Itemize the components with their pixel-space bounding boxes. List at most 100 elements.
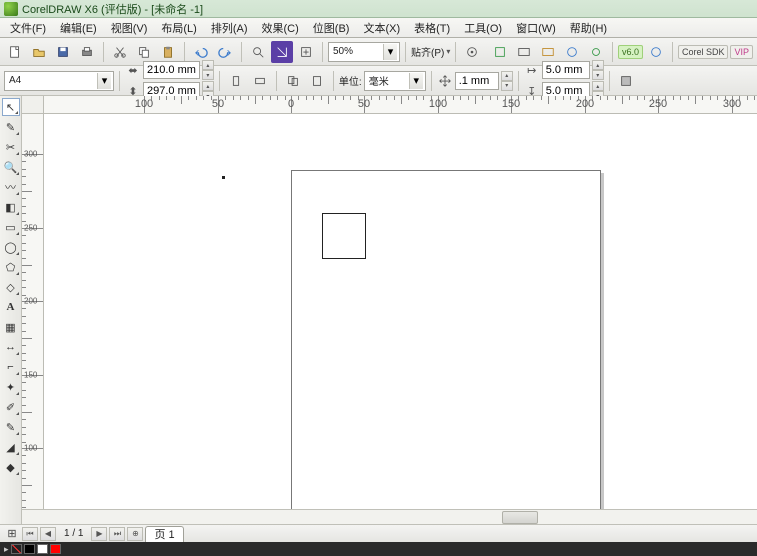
vip-badge[interactable]: VIP <box>730 45 753 59</box>
zoom-combo[interactable]: 50% ▾ <box>328 42 400 62</box>
menu-view[interactable]: 视图(V) <box>105 18 154 38</box>
portrait-button[interactable] <box>225 70 247 92</box>
prev-page-button[interactable]: ◀ <box>40 527 56 541</box>
save-button[interactable] <box>52 41 74 63</box>
interactive-tool[interactable]: ✦ <box>2 378 20 396</box>
add-page-after-button[interactable]: ⊕ <box>127 527 143 541</box>
cursor-icon: ▸ <box>4 544 9 555</box>
page-tab[interactable]: 页 1 <box>145 526 183 542</box>
scrollbar-thumb[interactable] <box>502 511 538 524</box>
version-badge: v6.0 <box>618 45 643 59</box>
text-tool[interactable]: A <box>2 298 20 316</box>
width-spinner[interactable]: ▴▾ <box>202 60 214 80</box>
duplicate-x-field[interactable]: 5.0 mm <box>542 61 590 79</box>
chevron-down-icon: ▾ <box>446 47 450 56</box>
search-button[interactable] <box>247 41 269 63</box>
shape-tool[interactable]: ✎ <box>2 118 20 136</box>
next-page-button[interactable]: ▶ <box>91 527 107 541</box>
separator <box>518 71 519 91</box>
chevron-down-icon[interactable]: ▾ <box>383 44 397 60</box>
new-button[interactable] <box>4 41 26 63</box>
color-swatch-red[interactable] <box>50 544 61 554</box>
launch-button[interactable] <box>489 41 511 63</box>
ellipse-tool[interactable]: ◯ <box>2 238 20 256</box>
toolbox: ↖ ✎ ✂ 🔍 〰 ◧ ▭ ◯ ⬠ ◇ A ▦ ↔ ⌐ ✦ ✐ ✎ ◢ ◆ <box>0 96 22 524</box>
options-button[interactable] <box>461 41 483 63</box>
vertical-ruler[interactable]: 300250200150100 <box>22 114 44 509</box>
menu-bitmap[interactable]: 位图(B) <box>307 18 356 38</box>
property-bar: A4 ▾ ⬌ 210.0 mm ▴▾ ⬍ 297.0 mm ▴▾ 单位: 毫米 … <box>0 66 757 96</box>
horizontal-scrollbar[interactable] <box>22 509 757 524</box>
publish-button[interactable] <box>645 41 667 63</box>
separator <box>241 42 242 62</box>
separator <box>103 42 104 62</box>
import-button[interactable] <box>271 41 293 63</box>
page-width-value: 210.0 mm <box>147 64 196 76</box>
chevron-down-icon[interactable]: ▾ <box>409 73 423 89</box>
connector-tool[interactable]: ⌐ <box>2 358 20 376</box>
menu-arrange[interactable]: 排列(A) <box>205 18 254 38</box>
dup-x-spinner[interactable]: ▴▾ <box>592 60 604 80</box>
sdk-badge[interactable]: Corel SDK <box>678 45 729 59</box>
ruler-origin[interactable] <box>22 96 44 114</box>
nudge-icon <box>437 73 453 89</box>
fill-tool[interactable]: ◢ <box>2 438 20 456</box>
separator <box>609 71 610 91</box>
basic-shapes-tool[interactable]: ◇ <box>2 278 20 296</box>
menu-text[interactable]: 文本(X) <box>357 18 406 38</box>
open-button[interactable] <box>28 41 50 63</box>
menu-edit[interactable]: 编辑(E) <box>54 18 103 38</box>
snap-dropdown[interactable]: 贴齐(P) ▾ <box>411 44 450 59</box>
freehand-tool[interactable]: 〰 <box>2 178 20 196</box>
nudge-field[interactable]: .1 mm <box>455 72 499 90</box>
redo-button[interactable] <box>214 41 236 63</box>
treat-as-filled-button[interactable] <box>615 70 637 92</box>
first-page-button[interactable]: ⏮ <box>22 527 38 541</box>
pick-tool[interactable]: ↖ <box>2 98 20 116</box>
crop-tool[interactable]: ✂ <box>2 138 20 156</box>
unit-value: 毫米 <box>369 73 389 88</box>
separator <box>276 71 277 91</box>
paper-size-combo[interactable]: A4 ▾ <box>4 71 114 91</box>
no-fill-swatch[interactable] <box>11 544 22 554</box>
menu-effects[interactable]: 效果(C) <box>256 18 305 38</box>
print-button[interactable] <box>76 41 98 63</box>
rectangle-tool[interactable]: ▭ <box>2 218 20 236</box>
zoom-tool[interactable]: 🔍 <box>2 158 20 176</box>
horizontal-ruler[interactable]: 10050050100150200250300 <box>44 96 757 114</box>
separator <box>405 42 406 62</box>
menu-help[interactable]: 帮助(H) <box>564 18 613 38</box>
smart-fill-tool[interactable]: ◧ <box>2 198 20 216</box>
menu-table[interactable]: 表格(T) <box>408 18 456 38</box>
chevron-down-icon[interactable]: ▾ <box>97 73 111 89</box>
unit-combo[interactable]: 毫米 ▾ <box>364 71 426 91</box>
current-page-button[interactable] <box>306 70 328 92</box>
eyedropper-tool[interactable]: ✐ <box>2 398 20 416</box>
separator <box>322 42 323 62</box>
menu-layout[interactable]: 布局(L) <box>155 18 202 38</box>
dimension-tool[interactable]: ↔ <box>2 338 20 356</box>
window-title: CorelDRAW X6 (评估版) - [未命名 -1] <box>22 1 203 17</box>
polygon-tool[interactable]: ⬠ <box>2 258 20 276</box>
rectangle-object[interactable] <box>322 213 366 259</box>
interactive-fill-tool[interactable]: ◆ <box>2 458 20 476</box>
export-button[interactable] <box>295 41 317 63</box>
page-navigator: ⊞ ⏮ ◀ 1 / 1 ▶ ⏭ ⊕ 页 1 <box>0 524 757 542</box>
drawing-canvas[interactable] <box>44 114 757 509</box>
dup-x-value: 5.0 mm <box>546 64 583 76</box>
color-swatch-white[interactable] <box>37 544 48 554</box>
menu-bar: 文件(F) 编辑(E) 视图(V) 布局(L) 排列(A) 效果(C) 位图(B… <box>0 18 757 38</box>
nudge-spinner[interactable]: ▴▾ <box>501 71 513 91</box>
last-page-button[interactable]: ⏭ <box>109 527 125 541</box>
table-tool[interactable]: ▦ <box>2 318 20 336</box>
menu-window[interactable]: 窗口(W) <box>510 18 562 38</box>
outline-tool[interactable]: ✎ <box>2 418 20 436</box>
add-page-button[interactable]: ⊞ <box>4 527 20 541</box>
page-width-field[interactable]: 210.0 mm <box>143 61 200 79</box>
color-swatch-black[interactable] <box>24 544 35 554</box>
page-tab-label: 页 1 <box>154 526 174 542</box>
menu-file[interactable]: 文件(F) <box>4 18 52 38</box>
menu-tools[interactable]: 工具(O) <box>458 18 508 38</box>
all-pages-button[interactable] <box>282 70 304 92</box>
landscape-button[interactable] <box>249 70 271 92</box>
